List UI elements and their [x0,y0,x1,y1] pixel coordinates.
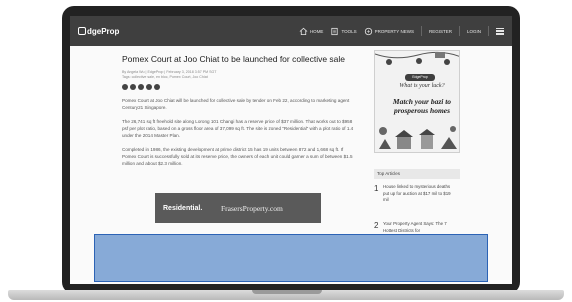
ad-brand-pill: EdgeProp [405,74,435,81]
facebook-share-icon[interactable] [122,84,128,90]
selection-overlay [94,234,488,282]
email-share-icon[interactable] [154,84,160,90]
nav-login-label: LOGIN [466,28,481,34]
nav-divider [458,26,460,36]
ad-headline: Match your bazi to prosperous homes [392,97,452,115]
top-articles-header: Top Articles [374,169,460,179]
linkedin-share-icon[interactable] [138,84,144,90]
laptop-notch [252,290,322,294]
top-article-rank: 1 [374,184,379,193]
twitter-share-icon[interactable] [130,84,136,90]
nav-tools[interactable]: TOOLS [330,27,357,36]
article-paragraph: Completed in 1986, the existing developm… [122,147,353,166]
nav-property-news[interactable]: PROPERTY NEWS [364,27,414,36]
tools-icon [331,27,339,35]
share-buttons [122,84,354,90]
lantern-decoration-icon [375,51,459,65]
article-tags[interactable]: Tags: collective sale, en bloc, Pomex Co… [122,75,354,80]
nav-home[interactable]: HOME [299,27,324,36]
nav-property-news-label: PROPERTY NEWS [374,28,414,34]
logo-mark-icon [78,27,86,35]
home-icon [299,27,308,35]
nav-register-label: REGISTER [428,28,452,34]
site-navbar: dgeProp HOME TOOLS PROPERTY NEWS REGISTE… [70,16,512,46]
top-article-item[interactable]: 2 Your Property Agent Says: The 7 Hottes… [374,221,460,234]
banner-left-text: Residential. [163,204,203,212]
top-article-rank: 2 [374,221,379,230]
house-decoration-icon [379,126,457,149]
nav-divider [420,26,422,36]
news-icon [364,27,372,35]
nav-home-label: HOME [309,28,324,34]
article-paragraph: Pomex Court at Joo Chiat will be launche… [122,98,350,110]
nav-login[interactable]: LOGIN [467,29,481,34]
article-headline: Pomex Court at Joo Chiat to be launched … [122,54,346,64]
nav-register[interactable]: REGISTER [429,29,452,34]
bazi-ad[interactable]: EdgeProp What is your luck? Match your b… [374,50,460,153]
menu-icon[interactable] [496,27,504,35]
nav-divider [488,26,489,36]
top-article-title: Your Property Agent Says: The 7 Hottest … [383,221,447,233]
nav-tools-label: TOOLS [341,28,357,34]
nav-items: HOME TOOLS PROPERTY NEWS REGISTER LOGIN [299,26,504,36]
whatsapp-share-icon[interactable] [146,84,152,90]
top-article-item[interactable]: 1 House linked to mysterious deaths put … [374,184,460,204]
site-logo[interactable]: dgeProp [78,27,119,36]
banner-right-text: FrasersProperty.com [221,203,283,213]
article: Pomex Court at Joo Chiat to be launched … [122,54,354,167]
frasers-ad-banner[interactable]: Residential. FrasersProperty.com [155,193,321,223]
laptop-mockup: dgeProp HOME TOOLS PROPERTY NEWS REGISTE… [0,0,572,302]
top-article-title: House linked to mysterious deaths put up… [383,184,451,202]
ad-question: What is your luck? [399,83,445,89]
logo-text: dgeProp [87,26,120,36]
article-paragraph: The 26,741 sq ft freehold site along Lor… [122,119,354,138]
